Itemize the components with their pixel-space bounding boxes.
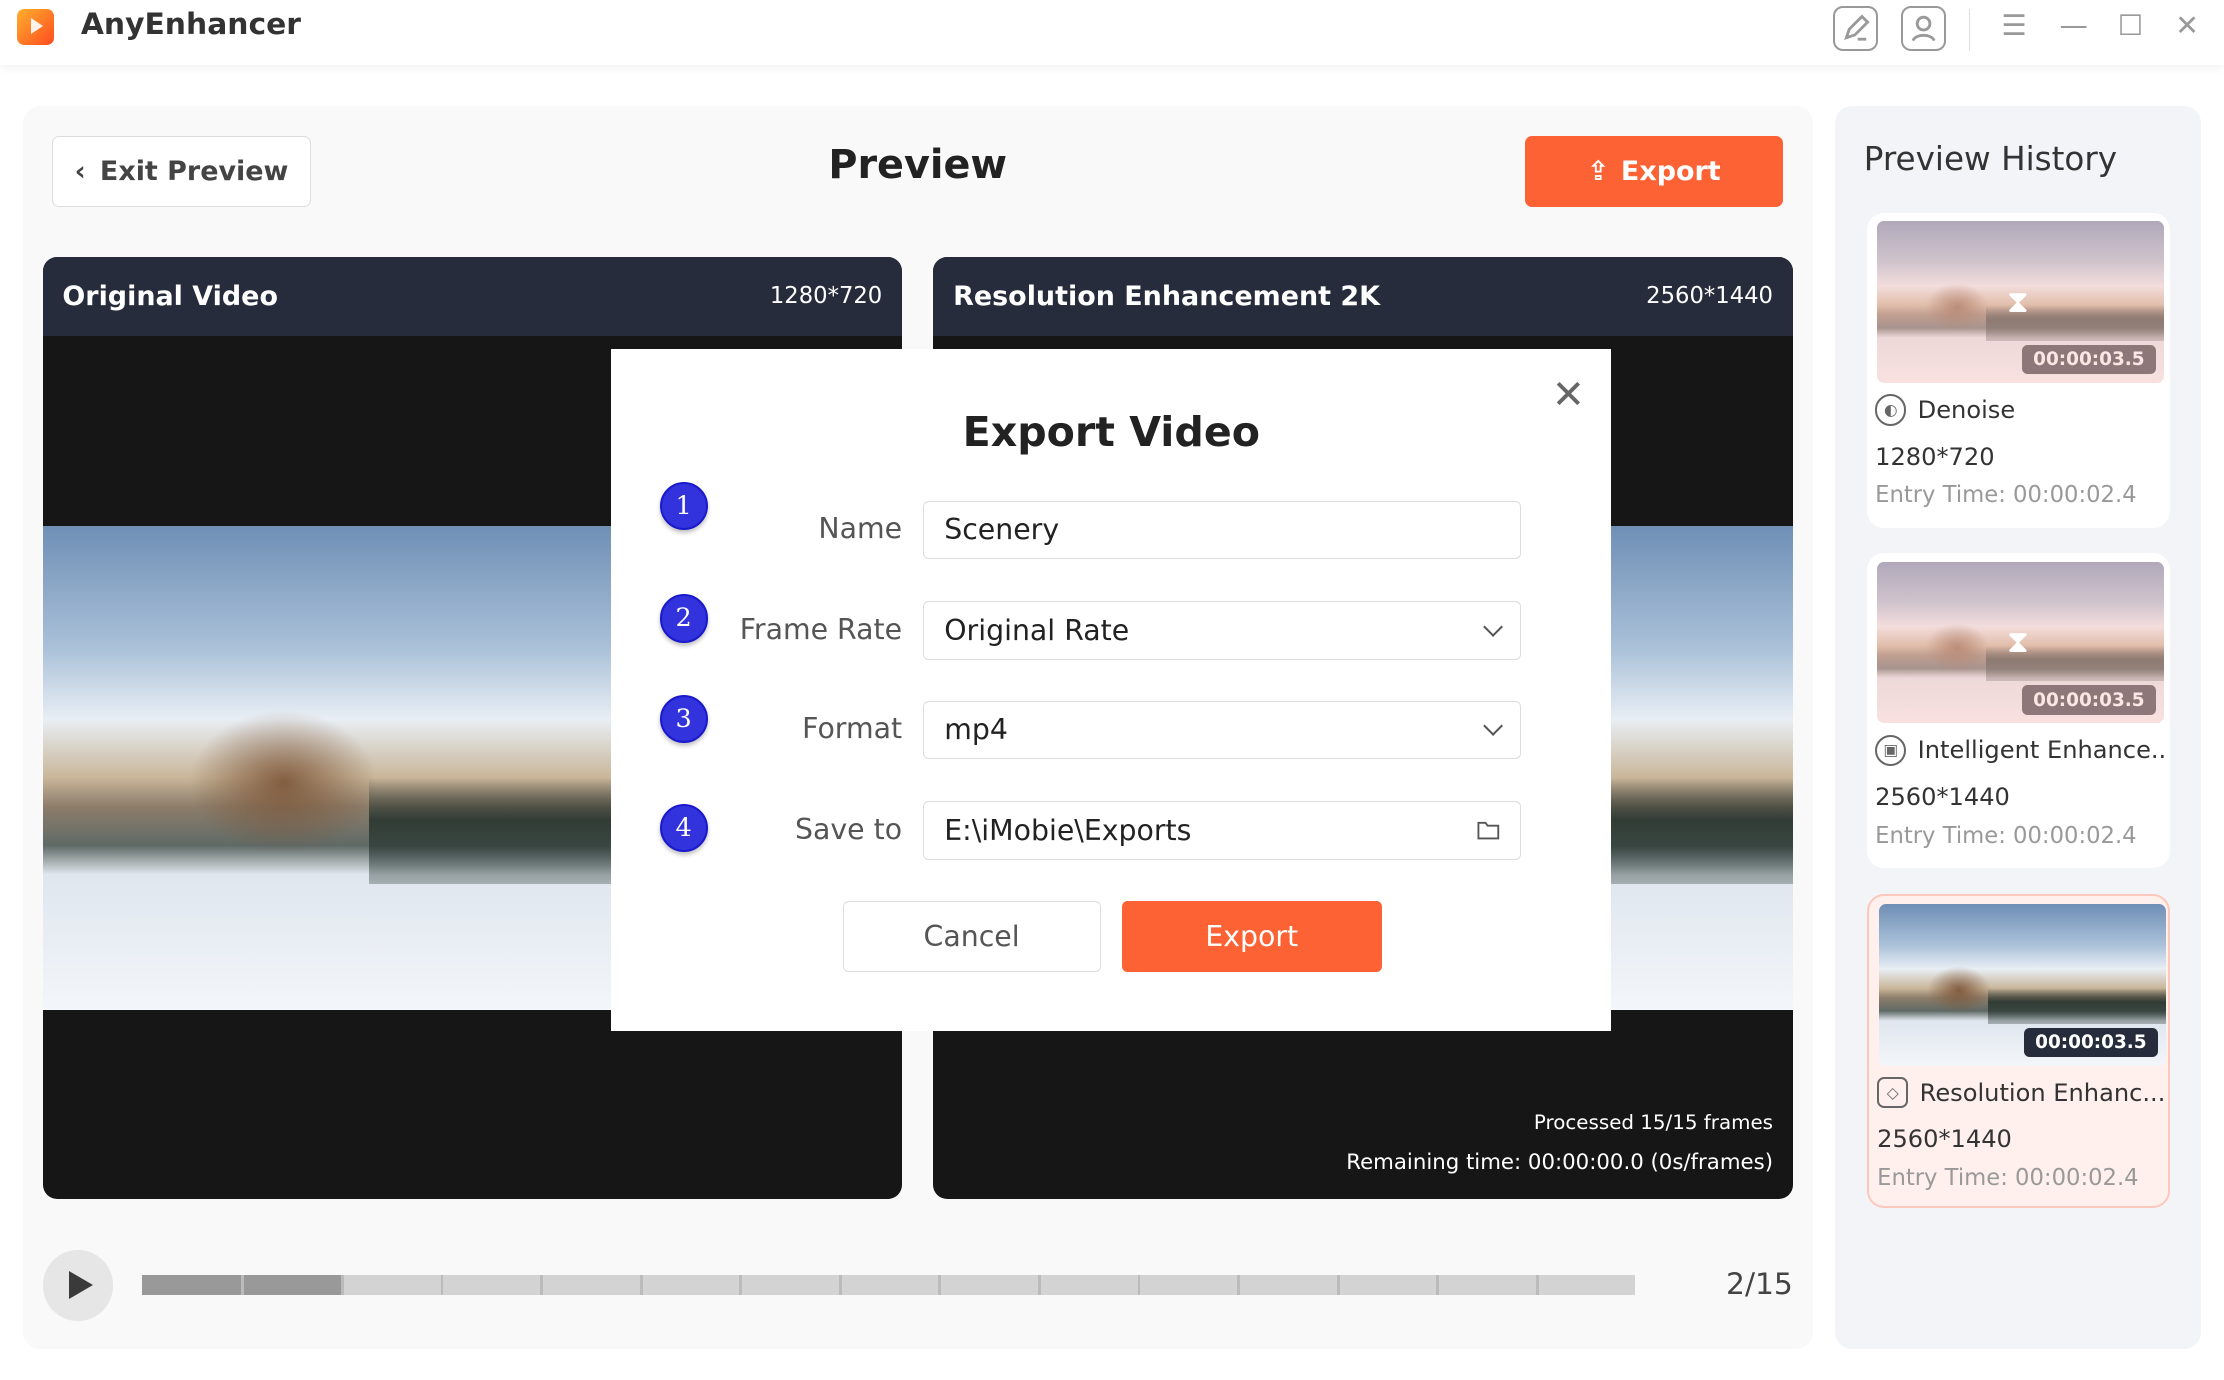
frame-tick <box>1237 1275 1240 1295</box>
history-resolution: 1280*720 <box>1875 442 1995 471</box>
chevron-down-icon <box>1482 616 1503 637</box>
panel-title: Original Video <box>62 280 278 312</box>
history-name: Resolution Enhanc... <box>1919 1078 2166 1107</box>
maximize-icon[interactable]: ☐ <box>2109 9 2152 42</box>
name-value: Scenery <box>944 513 1060 547</box>
app-title: AnyEnhancer <box>80 7 301 43</box>
save-to-value: E:\iMobie\Exports <box>944 813 1192 847</box>
format-value: mp4 <box>944 713 1008 747</box>
format-select[interactable]: mp4 <box>923 700 1521 759</box>
close-icon[interactable]: ✕ <box>2166 9 2209 42</box>
history-title: Preview History <box>1863 140 2118 179</box>
history-thumbnail: 00:00:03.5 <box>1878 904 2167 1066</box>
frame-tick <box>639 1275 643 1295</box>
frame-tick <box>1436 1275 1440 1295</box>
history-name: Denoise <box>1917 395 2016 424</box>
robot-icon: ▣ <box>1875 734 1907 766</box>
history-entry-time: Entry Time: 00:00:02.4 <box>1875 822 2137 849</box>
user-icon[interactable] <box>1900 5 1947 52</box>
history-item[interactable]: ⧗ 00:00:03.5 ▣ Intelligent Enhance... 2560… <box>1866 553 2171 869</box>
title-bar <box>0 0 2224 66</box>
duration-badge: 00:00:03.5 <box>2021 685 2156 715</box>
history-item[interactable]: 00:00:03.5 ◇ Resolution Enhanc... 2560*14… <box>1866 893 2171 1209</box>
exit-preview-button[interactable]: ‹ Exit Preview <box>52 136 311 208</box>
frame-tick <box>739 1275 743 1295</box>
history-thumbnail: ⧗ 00:00:03.5 <box>1876 221 2165 383</box>
duration-badge: 00:00:03.5 <box>2023 1027 2158 1058</box>
frame-tick <box>1137 1275 1141 1295</box>
frame-tick <box>440 1275 444 1295</box>
frame-rate-value: Original Rate <box>944 613 1130 647</box>
remaining-time: Remaining time: 00:00:00.0 (0s/frames) <box>1346 1150 1773 1176</box>
processed-status: Processed 15/15 frames <box>1533 1110 1773 1134</box>
frame-rate-label: Frame Rate <box>739 612 903 646</box>
duration-badge: 00:00:03.5 <box>2021 344 2156 375</box>
frame-tick <box>540 1275 543 1295</box>
format-label: Format <box>802 712 903 746</box>
chevron-down-icon <box>1482 716 1503 737</box>
history-item[interactable]: ⧗ 00:00:03.5 ◐ Denoise 1280*720 Entry Time… <box>1866 212 2171 528</box>
panel-title: Resolution Enhancement 2K <box>953 280 1381 312</box>
folder-icon[interactable] <box>1477 814 1500 847</box>
export-button[interactable]: ⇪ Export <box>1524 136 1783 208</box>
name-input[interactable]: Scenery <box>923 500 1521 559</box>
hourglass-icon: ⧗ <box>2007 283 2029 320</box>
frame-rate-select[interactable]: Original Rate <box>923 601 1521 660</box>
divider <box>1968 8 1971 52</box>
diamond-icon: ◇ <box>1877 1077 1909 1109</box>
edit-icon[interactable] <box>1832 5 1878 52</box>
minimize-icon[interactable]: — <box>2052 9 2095 42</box>
frame-tick <box>340 1275 344 1295</box>
panel-resolution: 1280*720 <box>769 283 883 310</box>
frame-progress-slider[interactable] <box>141 1275 1636 1295</box>
frame-tick <box>1336 1275 1340 1295</box>
save-to-input[interactable]: E:\iMobie\Exports <box>923 801 1521 860</box>
chevron-left-icon: ‹ <box>74 156 86 188</box>
frame-counter: 2/15 <box>1726 1266 1793 1302</box>
history-resolution: 2560*1440 <box>1875 782 2010 811</box>
page-title: Preview <box>828 141 1008 188</box>
frame-tick <box>1535 1275 1539 1295</box>
history-entry-time: Entry Time: 00:00:02.4 <box>1875 482 2137 509</box>
app-logo <box>17 8 54 46</box>
panel-header: Resolution Enhancement 2K 2560*1440 <box>933 256 1793 337</box>
frame-tick <box>241 1275 245 1295</box>
dialog-export-button[interactable]: Export <box>1121 900 1382 972</box>
menu-icon[interactable]: ☰ <box>1993 9 2036 42</box>
frame-tick <box>1037 1275 1041 1295</box>
save-to-label: Save to <box>794 812 903 846</box>
exit-preview-label: Exit Preview <box>99 156 289 188</box>
play-button[interactable] <box>42 1249 114 1321</box>
dialog-title: Export Video <box>962 408 1260 457</box>
history-thumbnail: ⧗ 00:00:03.5 <box>1876 561 2165 724</box>
frame-tick <box>838 1275 842 1295</box>
panel-resolution: 2560*1440 <box>1646 283 1773 310</box>
history-entry-time: Entry Time: 00:00:02.4 <box>1877 1165 2139 1192</box>
export-label: Export <box>1620 156 1721 188</box>
hourglass-icon: ⧗ <box>2007 624 2029 661</box>
history-resolution: 2560*1440 <box>1877 1125 2012 1154</box>
frame-tick <box>938 1275 942 1295</box>
history-name: Intelligent Enhance... <box>1917 736 2168 765</box>
name-label: Name <box>818 512 903 546</box>
denoise-icon: ◐ <box>1875 394 1907 426</box>
cancel-button[interactable]: Cancel <box>842 900 1101 972</box>
panel-header: Original Video 1280*720 <box>42 256 903 337</box>
export-icon: ⇪ <box>1587 156 1610 188</box>
